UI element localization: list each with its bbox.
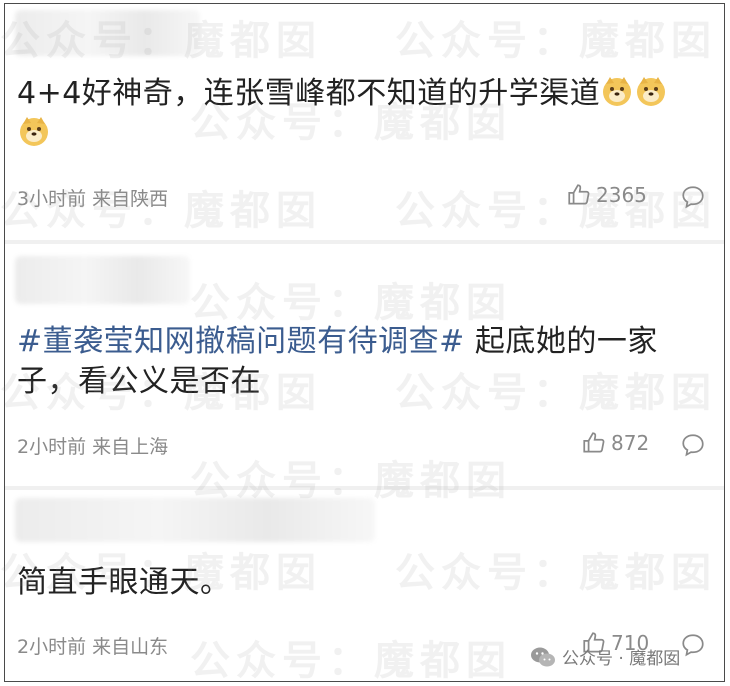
comment-meta: 2小时前 来自上海 <box>17 436 169 458</box>
comment-text: 简直手眼通天。 <box>17 565 231 600</box>
account-label: 公众号 · 魔都囡 <box>562 649 681 669</box>
comment-item: #董袭莹知网撤稿问题有待调查# 起底她的一家子，看公义是否在 2小时前 来自上海… <box>5 244 724 486</box>
blurred-username <box>15 10 200 56</box>
comment-icon[interactable] <box>680 432 706 458</box>
doge-emoji-icon <box>603 77 632 106</box>
like-button[interactable]: 2365 <box>566 182 647 208</box>
like-count: 2365 <box>596 183 647 207</box>
like-button[interactable]: 872 <box>581 430 649 456</box>
doge-emoji-icon <box>20 117 48 146</box>
thumbs-up-icon <box>568 184 590 205</box>
account-watermark: 公众号 · 魔都囡 <box>530 644 680 669</box>
like-count: 872 <box>611 431 650 455</box>
blurred-username <box>15 256 190 304</box>
comment-list: 4+4好神奇，连张雪峰都不知道的升学渠道 3小时前 来自陕西 2365 #董袭莹… <box>4 3 725 682</box>
comment-icon[interactable] <box>680 632 706 658</box>
hashtag-link[interactable]: #董袭莹知网撤稿问题有待调查# <box>17 324 465 359</box>
blurred-username <box>15 498 375 542</box>
comment-meta: 3小时前 来自陕西 <box>17 188 169 210</box>
doge-emoji-icon <box>637 77 666 106</box>
comment-text: #董袭莹知网撤稿问题有待调查# 起底她的一家子，看公义是否在 <box>17 324 658 399</box>
comment-item: 4+4好神奇，连张雪峰都不知道的升学渠道 3小时前 来自陕西 2365 <box>5 4 724 240</box>
comment-meta: 2小时前 来自山东 <box>17 636 169 658</box>
wechat-icon <box>531 647 555 666</box>
comment-text: 4+4好神奇，连张雪峰都不知道的升学渠道 <box>17 74 710 154</box>
thumbs-up-icon <box>583 432 605 453</box>
comment-icon[interactable] <box>680 184 706 210</box>
